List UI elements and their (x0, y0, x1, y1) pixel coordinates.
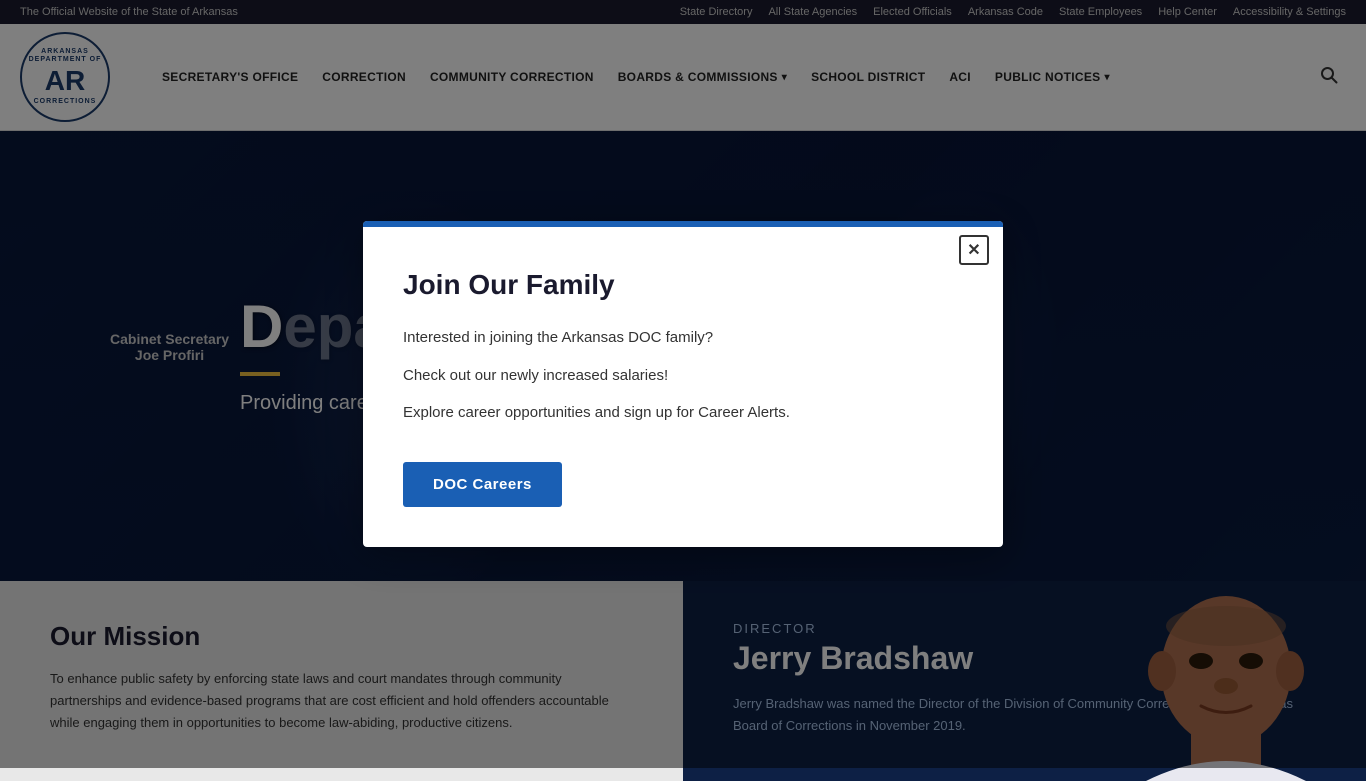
modal-dialog: ✕ Join Our Family Interested in joining … (363, 221, 1003, 547)
doc-careers-button[interactable]: DOC Careers (403, 462, 562, 507)
modal-line3: Explore career opportunities and sign up… (403, 400, 963, 426)
modal-line2: Check out our newly increased salaries! (403, 363, 963, 389)
modal-top-bar (363, 221, 1003, 227)
modal-overlay[interactable]: ✕ Join Our Family Interested in joining … (0, 0, 1366, 768)
modal-close-button[interactable]: ✕ (959, 235, 989, 265)
modal-line1: Interested in joining the Arkansas DOC f… (403, 325, 963, 351)
modal-title: Join Our Family (403, 269, 963, 301)
